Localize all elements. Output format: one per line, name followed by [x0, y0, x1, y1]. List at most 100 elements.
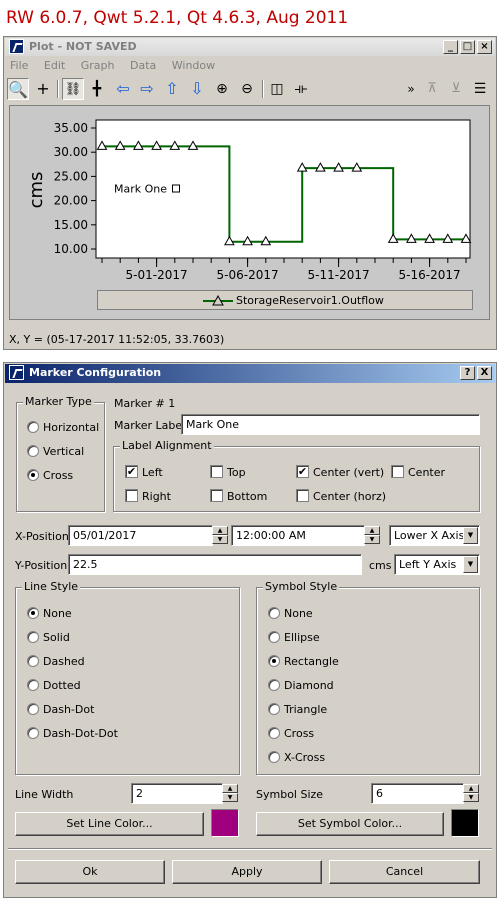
line-style-dotted[interactable] [27, 679, 39, 691]
x-axis-dropdown-icon[interactable]: ▼ [463, 527, 478, 544]
line-style-none[interactable] [27, 607, 39, 619]
radio-cross-label: Cross [43, 469, 74, 482]
symbol-style-triangle[interactable] [268, 703, 280, 715]
line-color-swatch[interactable] [211, 809, 239, 837]
y-tick-label: 25.00 [54, 169, 88, 183]
symbol-size-spinner[interactable]: ▲ ▼ [463, 784, 479, 803]
symbol-style-none[interactable] [268, 607, 280, 619]
check-center-vert-label: Center (vert) [313, 466, 385, 479]
x-axis-select[interactable]: Lower X Axis ▼ [389, 525, 480, 546]
line-style-dash-dot-label: Dash-Dot [43, 703, 95, 716]
x-tick-label: 5-01-2017 [126, 268, 188, 282]
status-bar: X, Y = (05-17-2017 11:52:05, 33.7603) [9, 333, 225, 346]
dialog-close-button[interactable]: X [477, 366, 492, 380]
ok-button[interactable]: Ok [15, 860, 165, 884]
check-left-label: Left [142, 466, 163, 479]
marker-symbol [172, 184, 180, 193]
symbol-size-caption: Symbol Size [256, 788, 324, 801]
chart[interactable]: 35.00 30.00 25.00 20.00 15.00 10.00 cms 5-01-20… [0, 0, 500, 330]
symbol-style-x-cross[interactable] [268, 751, 280, 763]
set-symbol-color-button[interactable]: Set Symbol Color... [256, 812, 444, 836]
marker-number: Marker # 1 [114, 397, 176, 410]
y-tick-label: 10.00 [54, 242, 88, 256]
check-top-label: Top [227, 466, 246, 479]
symbol-style-diamond[interactable] [268, 679, 280, 691]
check-center[interactable] [391, 465, 404, 478]
y-axis-dropdown-icon[interactable]: ▼ [463, 556, 478, 573]
apply-button[interactable]: Apply [172, 860, 322, 884]
check-bottom-label: Bottom [227, 490, 268, 503]
y-axis-select[interactable]: Left Y Axis ▼ [394, 554, 480, 575]
set-line-color-button[interactable]: Set Line Color... [15, 812, 204, 836]
radio-horizontal-label: Horizontal [43, 421, 100, 434]
y-position-caption: Y-Position [15, 559, 68, 572]
check-top[interactable] [210, 465, 223, 478]
symbol-style-cross[interactable] [268, 727, 280, 739]
app-icon [9, 365, 24, 380]
marker-type-title: Marker Type [23, 395, 94, 408]
line-style-dash-dot-dot[interactable] [27, 727, 39, 739]
dialog-titlebar[interactable]: Marker Configuration ? X [5, 364, 495, 383]
check-bottom[interactable] [210, 489, 223, 502]
line-width-spinner[interactable]: ▲ ▼ [222, 784, 238, 803]
cancel-button[interactable]: Cancel [329, 860, 480, 884]
x-time-input[interactable]: 12:00:00 AM [231, 525, 365, 546]
symbol-style-x-cross-label: X-Cross [284, 751, 326, 764]
symbol-style-rectangle[interactable] [268, 655, 280, 667]
dialog-title: Marker Configuration [29, 366, 162, 379]
x-position-caption: X-Position [15, 530, 69, 543]
label-alignment-title: Label Alignment [120, 439, 214, 452]
line-width-input[interactable]: 2 [131, 783, 223, 804]
radio-cross[interactable] [27, 469, 39, 481]
symbol-style-cross-label: Cross [284, 727, 315, 740]
x-tick-label: 5-11-2017 [308, 268, 370, 282]
radio-vertical[interactable] [27, 445, 39, 457]
y-tick-label: 15.00 [54, 218, 88, 232]
symbol-style-triangle-label: Triangle [284, 703, 328, 716]
symbol-size-input[interactable]: 6 [371, 783, 464, 804]
marker-label-input[interactable]: Mark One [181, 414, 480, 435]
line-width-caption: Line Width [15, 788, 74, 801]
y-axis-label: cms [26, 172, 47, 209]
legend: StorageReservoir1.Outflow [97, 290, 473, 310]
marker-label-caption: Marker Label [114, 419, 186, 432]
symbol-style-rectangle-label: Rectangle [284, 655, 339, 668]
x-axis-value: Lower X Axis [394, 529, 465, 542]
check-center-horz[interactable] [296, 489, 309, 502]
x-date-spinner[interactable]: ▲ ▼ [212, 526, 228, 545]
symbol-style-diamond-label: Diamond [284, 679, 334, 692]
x-tick-label: 5-16-2017 [399, 268, 461, 282]
line-style-none-label: None [43, 607, 72, 620]
legend-label: StorageReservoir1.Outflow [236, 294, 384, 307]
line-style-dash-dot[interactable] [27, 703, 39, 715]
y-axis-value: Left Y Axis [399, 558, 457, 571]
check-right[interactable] [125, 489, 138, 502]
y-value-input[interactable]: 22.5 [68, 554, 362, 575]
dialog-separator [8, 848, 492, 850]
x-tick-label: 5-06-2017 [217, 268, 279, 282]
line-style-title: Line Style [22, 580, 81, 593]
line-style-dotted-label: Dotted [43, 679, 81, 692]
check-left[interactable]: ✔ [125, 465, 138, 478]
x-time-spinner[interactable]: ▲ ▼ [364, 526, 380, 545]
symbol-style-title: Symbol Style [263, 580, 340, 593]
x-date-input[interactable]: 05/01/2017 [68, 525, 213, 546]
line-style-dashed[interactable] [27, 655, 39, 667]
symbol-style-ellipse[interactable] [268, 631, 280, 643]
symbol-style-ellipse-label: Ellipse [284, 631, 320, 644]
line-style-dash-dot-dot-label: Dash-Dot-Dot [43, 727, 118, 740]
check-right-label: Right [142, 490, 171, 503]
marker-label: Mark One [114, 183, 167, 196]
line-style-dashed-label: Dashed [43, 655, 85, 668]
symbol-style-none-label: None [284, 607, 313, 620]
y-tick-label: 30.00 [54, 145, 88, 159]
y-tick-label: 20.00 [54, 194, 88, 208]
radio-vertical-label: Vertical [43, 445, 85, 458]
symbol-color-swatch[interactable] [451, 809, 479, 837]
check-center-vert[interactable]: ✔ [296, 465, 309, 478]
check-center-label: Center [408, 466, 446, 479]
radio-horizontal[interactable] [27, 421, 39, 433]
line-style-solid[interactable] [27, 631, 39, 643]
help-button[interactable]: ? [460, 366, 475, 380]
line-style-solid-label: Solid [43, 631, 70, 644]
